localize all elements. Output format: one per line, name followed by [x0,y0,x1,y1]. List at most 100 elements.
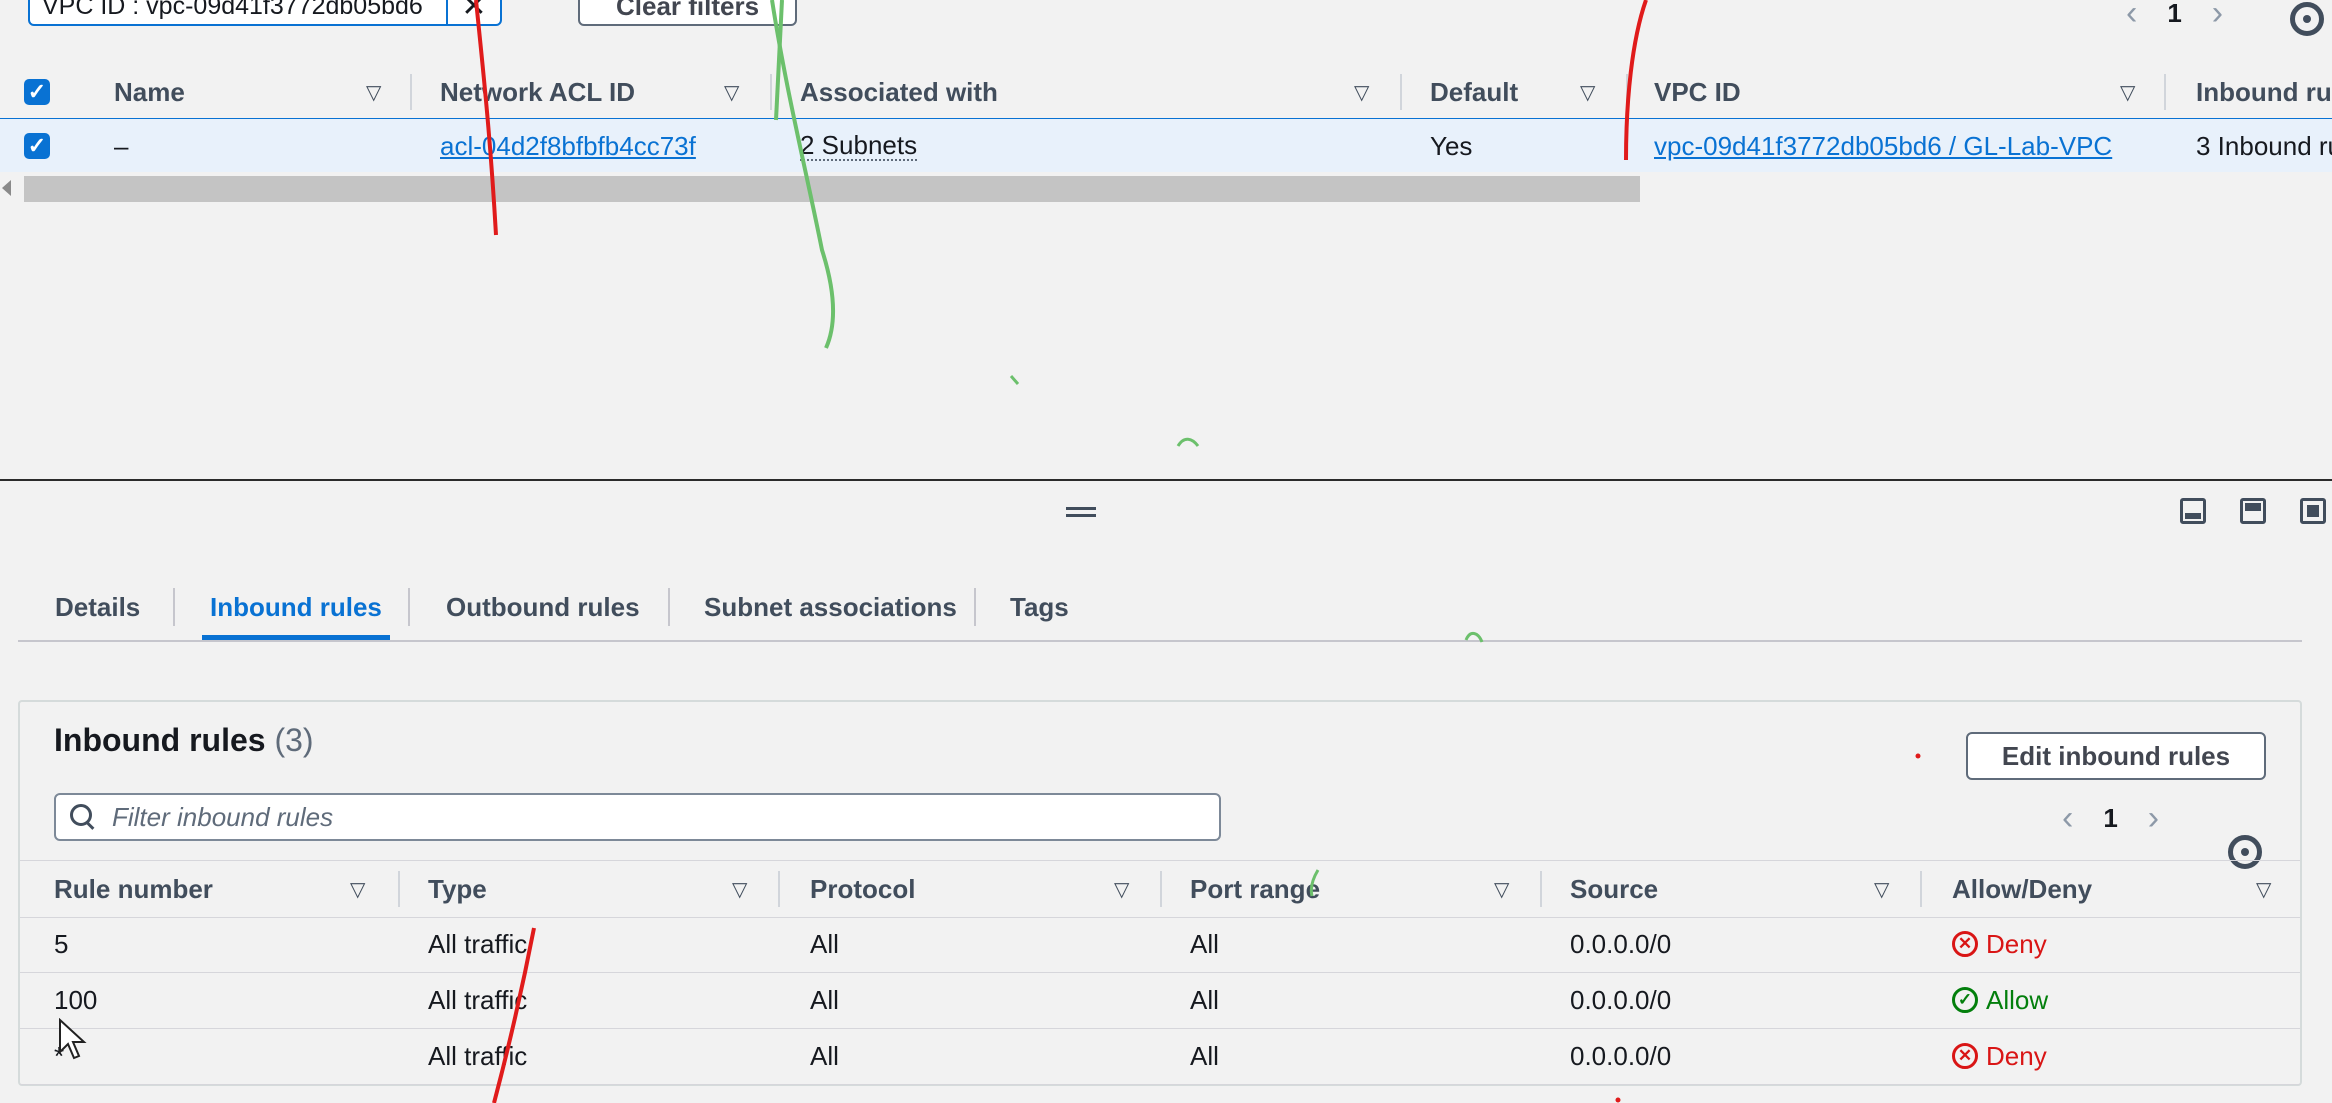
top-pagination: ‹ 1 › [2126,0,2223,33]
page-number[interactable]: 1 [2103,803,2117,834]
inbound-rules-header: Rule number ▽ Type ▽ Protocol ▽ Port ran… [20,860,2300,918]
acl-table-header: ✓ Name ▽ Network ACL ID ▽ Associated wit… [0,66,2332,119]
column-divider[interactable] [398,871,400,907]
panel-fullscreen-icon[interactable] [2300,498,2326,524]
col-source-header[interactable]: Source [1570,861,1658,917]
action-label: Allow [1986,984,2049,1015]
acl-table-row[interactable]: ✓ – acl-04d2f8bfbfb4cc73f 2 Subnets Yes … [0,118,2332,174]
table-row[interactable]: 100 All traffic All All 0.0.0.0/0 ✓ Allo… [20,972,2300,1029]
sort-acl-id-icon[interactable]: ▽ [724,80,739,105]
table-row[interactable]: 5 All traffic All All 0.0.0.0/0 ✕ Deny [20,916,2300,973]
column-divider[interactable] [410,74,412,110]
associated-subnets-popover[interactable]: 2 Subnets [800,131,918,162]
col-rule-number-header[interactable]: Rule number [54,861,213,917]
column-divider[interactable] [778,871,780,907]
inbound-rules-count: (3) [274,722,314,758]
select-all-checkbox[interactable]: ✓ [24,79,50,105]
acl-name-cell: – [114,130,129,161]
column-divider[interactable] [770,74,772,110]
tab-subnet-associations[interactable]: Subnet associations [704,576,957,638]
inbound-filter-field[interactable] [54,793,1221,841]
inbound-rules-heading: Inbound rules (3) [54,722,314,759]
allow-check-icon: ✓ [1952,987,1978,1013]
inbound-filter-input[interactable] [110,800,1194,834]
row-checkbox[interactable]: ✓ [24,133,50,159]
column-divider[interactable] [2164,74,2166,110]
source-cell: 0.0.0.0/0 [1570,984,1672,1015]
deny-icon: ✕ [1952,1043,1978,1069]
port-range-cell: All [1190,984,1219,1015]
action-cell: ✕ Deny [1952,916,2047,972]
sort-name-icon[interactable]: ▽ [366,80,381,105]
scroll-left-icon[interactable] [2,180,11,196]
prev-page-icon[interactable]: ‹ [2126,0,2137,33]
sort-associated-icon[interactable]: ▽ [1354,80,1369,105]
tab-divider [974,588,976,626]
type-cell: All traffic [428,1040,528,1071]
tab-divider [668,588,670,626]
column-divider[interactable] [1920,871,1922,907]
sort-vpc-id-icon[interactable]: ▽ [2120,80,2135,105]
table-row[interactable]: * All traffic All All 0.0.0.0/0 ✕ Deny [20,1028,2300,1085]
action-label: Deny [1986,1040,2047,1071]
rule-number-cell: * [54,1040,65,1071]
red-annotation-dot [1615,1097,1621,1103]
tab-inbound-rules[interactable]: Inbound rules [202,576,390,640]
rule-number-cell: 5 [54,928,69,959]
tab-divider [408,588,410,626]
action-label: Deny [1986,928,2047,959]
col-acl-id-header[interactable]: Network ACL ID [440,66,635,118]
tab-tags[interactable]: Tags [1010,576,1069,638]
vpc-id-link[interactable]: vpc-09d41f3772db05bd6 / GL-Lab-VPC [1654,119,2112,173]
protocol-cell: All [810,984,839,1015]
column-divider[interactable] [1626,74,1628,110]
col-default-header[interactable]: Default [1430,66,1518,118]
table-settings-gear-icon[interactable] [2290,2,2324,36]
detail-tabs: Details Inbound rules Outbound rules Sub… [18,576,2302,642]
type-cell: All traffic [428,928,528,959]
horizontal-scrollbar[interactable] [0,172,2332,206]
inbound-rules-cell: 3 Inbound ru [2196,130,2332,161]
page-number[interactable]: 1 [2167,0,2181,29]
remove-filter-icon[interactable]: ✕ [446,0,500,24]
column-divider[interactable] [1540,871,1542,907]
sort-protocol-icon[interactable]: ▽ [1114,877,1129,902]
acl-id-link[interactable]: acl-04d2f8bfbfb4cc73f [440,119,696,173]
col-associated-header[interactable]: Associated with [800,66,998,118]
sort-port-range-icon[interactable]: ▽ [1494,877,1509,902]
tab-details[interactable]: Details [55,576,140,638]
sort-rule-number-icon[interactable]: ▽ [350,877,365,902]
next-page-icon[interactable]: › [2148,799,2159,838]
col-protocol-header[interactable]: Protocol [810,861,915,917]
edit-inbound-rules-button[interactable]: Edit inbound rules [1966,732,2266,780]
col-port-range-header[interactable]: Port range [1190,861,1320,917]
col-inbound-header[interactable]: Inbound rul [2196,66,2332,118]
sort-type-icon[interactable]: ▽ [732,877,747,902]
port-range-cell: All [1190,928,1219,959]
panel-bottom-icon[interactable] [2180,498,2206,524]
sort-allow-deny-icon[interactable]: ▽ [2256,877,2271,902]
column-divider[interactable] [1400,74,1402,110]
resize-handle-icon[interactable] [1066,507,1096,517]
prev-page-icon[interactable]: ‹ [2062,799,2073,838]
col-name-header[interactable]: Name [114,66,185,118]
inbound-pagination: ‹ 1 › [2062,799,2159,838]
search-icon [70,804,96,830]
col-allow-deny-header[interactable]: Allow/Deny [1952,861,2092,917]
col-type-header[interactable]: Type [428,861,487,917]
action-cell: ✓ Allow [1952,972,2048,1028]
sort-default-icon[interactable]: ▽ [1580,80,1595,105]
filter-token-text: VPC ID : vpc-09d41f3772db05bd6 [42,0,423,20]
vpc-filter-token: VPC ID : vpc-09d41f3772db05bd6 ✕ [28,0,502,26]
col-vpc-id-header[interactable]: VPC ID [1654,66,1741,118]
scrollbar-thumb[interactable] [24,176,1640,202]
next-page-icon[interactable]: › [2212,0,2223,33]
protocol-cell: All [810,928,839,959]
clear-filters-button[interactable]: Clear filters [578,0,798,26]
tab-outbound-rules[interactable]: Outbound rules [446,576,640,638]
column-divider[interactable] [1160,871,1162,907]
panel-side-icon[interactable] [2240,498,2266,524]
port-range-cell: All [1190,1040,1219,1071]
deny-icon: ✕ [1952,931,1978,957]
sort-source-icon[interactable]: ▽ [1874,877,1889,902]
